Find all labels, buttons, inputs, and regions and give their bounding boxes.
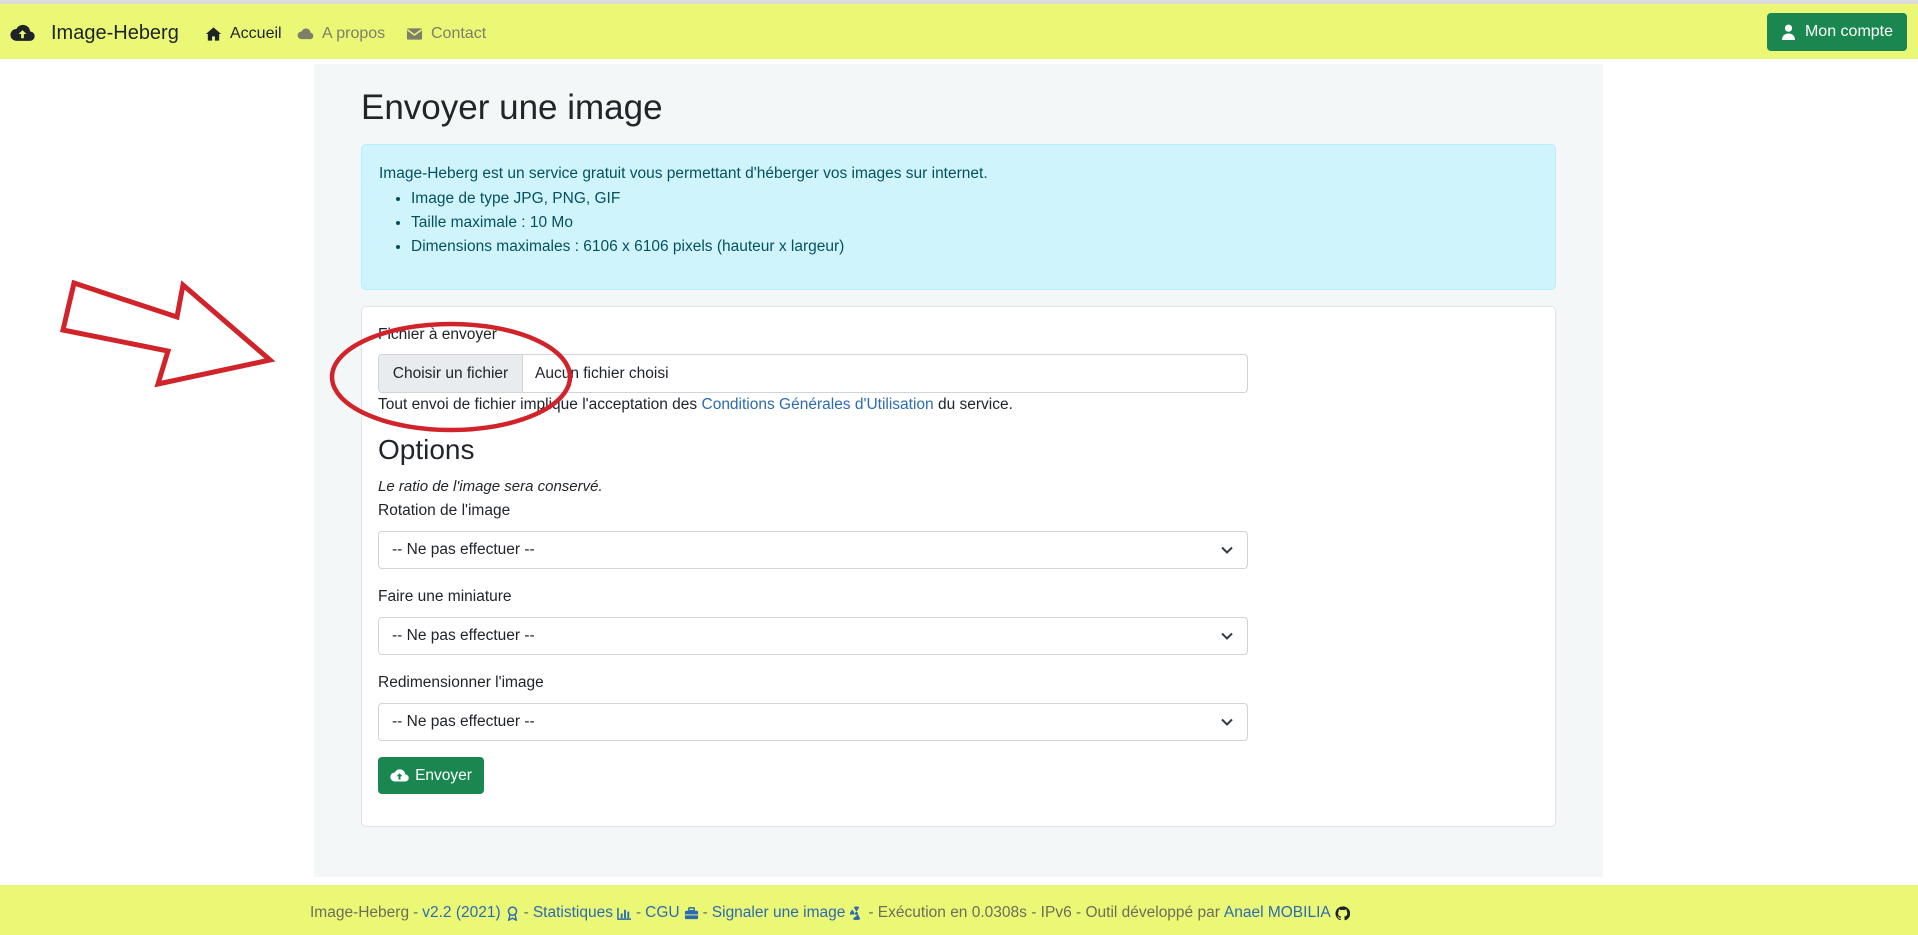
radiation-icon[interactable] — [849, 905, 864, 921]
briefcase-icon[interactable] — [684, 906, 699, 921]
chevron-down-icon — [1221, 632, 1233, 640]
footer-cgu-link[interactable]: CGU — [645, 904, 679, 922]
info-list: Image de type JPG, PNG, GIF Taille maxim… — [411, 187, 1538, 259]
info-intro: Image-Heberg est un service gratuit vous… — [379, 165, 988, 182]
cloud-icon — [297, 28, 314, 40]
envoyer-label: Envoyer — [415, 766, 472, 784]
resize-label: Redimensionner l'image — [378, 674, 544, 691]
thumbnail-value: -- Ne pas effectuer -- — [392, 627, 535, 644]
nav-a-propos-label: A propos — [322, 25, 386, 42]
rotation-value: -- Ne pas effectuer -- — [392, 541, 535, 558]
file-status: Aucun fichier choisi — [535, 364, 669, 382]
resize-value: -- Ne pas effectuer -- — [392, 713, 535, 730]
cgu-prefix: Tout envoi de fichier implique l'accepta… — [378, 396, 698, 413]
rotation-label: Rotation de l'image — [378, 502, 511, 519]
nav-accueil-label: Accueil — [230, 25, 282, 42]
nav-contact[interactable]: Contact — [406, 25, 486, 43]
page-title: Envoyer une image — [361, 88, 663, 127]
footer-version-link[interactable]: v2.2 (2021) — [422, 904, 500, 922]
footer-sep: - — [635, 904, 642, 921]
footer-author-link[interactable]: Anael MOBILIA — [1224, 904, 1331, 922]
footer-sep: - — [413, 904, 419, 921]
cgu-suffix: du service. — [937, 396, 1013, 413]
footer-line: Image-Heberg - v2.2 (2021) - Statistique… — [310, 904, 1350, 922]
nav-accueil[interactable]: Accueil — [205, 25, 282, 43]
envelope-icon — [406, 28, 423, 40]
cgu-link[interactable]: Conditions Générales d'Utilisation — [702, 396, 934, 413]
mon-compte-button[interactable]: Mon compte — [1767, 13, 1907, 51]
nav-contact-label: Contact — [431, 25, 487, 42]
cgu-note: Tout envoi de fichier implique l'accepta… — [378, 396, 1013, 414]
footer-sep: - — [523, 904, 529, 921]
info-item-dimensions: Dimensions maximales : 6106 x 6106 pixel… — [411, 235, 1538, 259]
info-item-size: Taille maximale : 10 Mo — [411, 211, 1538, 235]
mon-compte-label: Mon compte — [1804, 23, 1894, 40]
bar-chart-icon[interactable] — [617, 906, 632, 921]
file-input[interactable]: Choisir un fichier Aucun fichier choisi — [378, 354, 1248, 393]
footer-report-link[interactable]: Signaler une image — [712, 904, 846, 922]
chevron-down-icon — [1221, 546, 1233, 554]
rotation-select[interactable]: -- Ne pas effectuer -- — [378, 531, 1248, 569]
red-arrow-outline — [59, 279, 276, 388]
award-icon[interactable] — [505, 905, 520, 921]
choose-file-button[interactable]: Choisir un fichier — [379, 355, 523, 392]
nav-a-propos[interactable]: A propos — [297, 25, 385, 43]
chevron-down-icon — [1221, 718, 1233, 726]
footer-sep: - — [702, 904, 708, 921]
home-icon — [205, 27, 222, 41]
resize-select[interactable]: -- Ne pas effectuer -- — [378, 703, 1248, 741]
cloud-upload-icon[interactable] — [10, 23, 35, 43]
github-icon[interactable] — [1335, 905, 1350, 921]
thumbnail-select[interactable]: -- Ne pas effectuer -- — [378, 617, 1248, 655]
user-icon — [1781, 24, 1795, 40]
file-label: Fichier à envoyer — [378, 326, 497, 343]
cloud-upload-icon — [390, 769, 409, 782]
info-item-type: Image de type JPG, PNG, GIF — [411, 187, 1538, 211]
footer-app: Image-Heberg — [310, 904, 410, 921]
info-alert: Image-Heberg est un service gratuit vous… — [361, 144, 1556, 290]
options-title: Options — [378, 434, 475, 465]
brand-link[interactable]: Image-Heberg — [51, 22, 179, 45]
footer-execution: - Exécution en 0.0308s - IPv6 - Outil dé… — [868, 904, 1220, 921]
footer-stats-link[interactable]: Statistiques — [533, 904, 613, 922]
options-note: Le ratio de l'image sera conservé. — [378, 478, 603, 495]
envoyer-button[interactable]: Envoyer — [378, 757, 484, 794]
navbar: Image-Heberg Accueil A propos Contact Mo… — [0, 4, 1918, 59]
thumbnail-label: Faire une miniature — [378, 588, 512, 605]
